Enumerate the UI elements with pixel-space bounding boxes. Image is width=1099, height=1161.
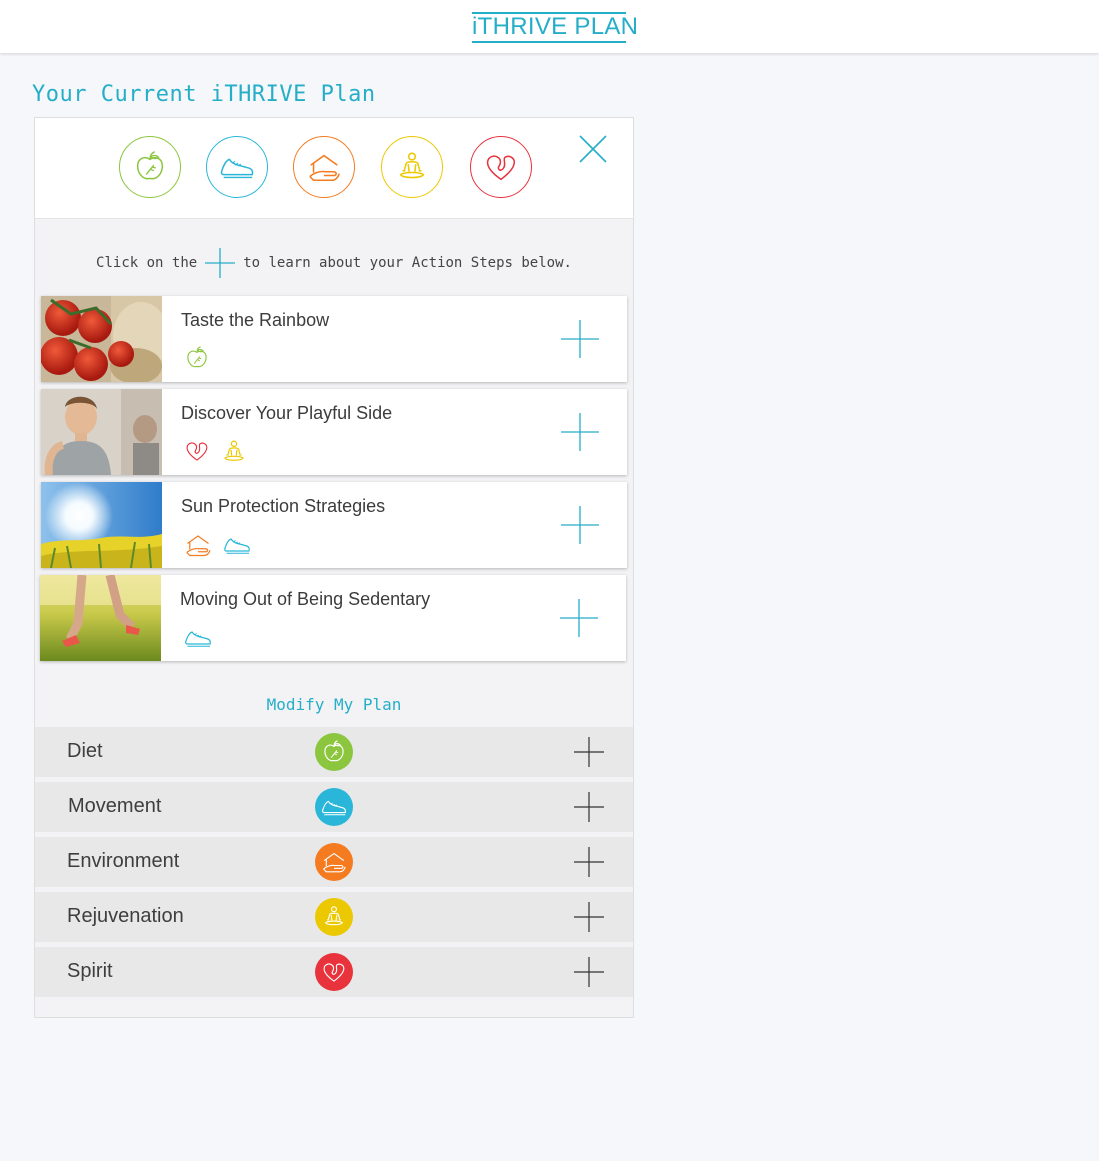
instruction-after: to learn about your Action Steps below. [243, 255, 572, 271]
expand-plus-icon[interactable] [574, 792, 604, 822]
action-step-icons [182, 623, 214, 653]
shoe-icon [315, 788, 353, 826]
action-step-icons [183, 530, 253, 560]
shoe-icon [221, 530, 253, 560]
action-step-card[interactable]: Discover Your Playful Side [41, 389, 627, 475]
instruction-before: Click on the [96, 255, 198, 271]
meditation-icon[interactable] [381, 136, 443, 198]
close-icon[interactable] [578, 134, 608, 164]
yoga-woman-image [41, 389, 162, 475]
running-legs-image [40, 575, 161, 661]
category-strip [35, 118, 633, 219]
instruction-text: Click on the to learn about your Action … [35, 248, 633, 278]
expand-plus-icon[interactable] [574, 847, 604, 877]
page-title: Your Current iTHRIVE Plan [32, 82, 376, 107]
meditation-icon [315, 898, 353, 936]
apple-icon [315, 733, 353, 771]
modify-row-movement[interactable]: Movement [35, 782, 633, 836]
expand-plus-icon[interactable] [561, 506, 599, 544]
action-step-icons [183, 344, 211, 372]
heart-icon[interactable] [470, 136, 532, 198]
expand-plus-icon[interactable] [574, 957, 604, 987]
apple-icon [183, 344, 211, 372]
house-hand-icon [183, 530, 213, 560]
house-hand-icon[interactable] [293, 136, 355, 198]
modify-row-label: Diet [67, 740, 103, 762]
action-step-title: Sun Protection Strategies [181, 496, 386, 516]
expand-plus-icon[interactable] [561, 320, 599, 358]
modify-row-rejuvenation[interactable]: Rejuvenation [35, 892, 633, 946]
action-step-card[interactable]: Taste the Rainbow [41, 296, 627, 382]
action-step-icons [183, 437, 249, 467]
heart-icon [183, 437, 211, 467]
expand-plus-icon[interactable] [574, 737, 604, 767]
modify-row-label: Spirit [67, 960, 113, 982]
expand-plus-icon[interactable] [561, 413, 599, 451]
modify-row-environment[interactable]: Environment [35, 837, 633, 891]
modify-plan-heading[interactable]: Modify My Plan [35, 695, 633, 714]
shoe-icon[interactable] [206, 136, 268, 198]
action-step-title: Discover Your Playful Side [181, 403, 393, 423]
modify-row-label: Environment [67, 850, 180, 872]
sun-flowers-image [41, 482, 162, 568]
plus-icon [205, 248, 236, 278]
modify-row-label: Rejuvenation [67, 905, 184, 927]
action-step-card[interactable]: Sun Protection Strategies [41, 482, 627, 568]
top-bar: iTHRIVE PLAN [0, 0, 1099, 53]
meditation-icon [219, 437, 249, 467]
house-hand-icon [315, 843, 353, 881]
modify-row-label: Movement [68, 795, 162, 817]
modify-row-spirit[interactable]: Spirit [35, 947, 633, 1001]
expand-plus-icon[interactable] [560, 599, 598, 637]
plan-panel: Click on the to learn about your Action … [34, 117, 634, 1018]
modify-row-diet[interactable]: Diet [35, 727, 633, 781]
apple-icon[interactable] [119, 136, 181, 198]
expand-plus-icon[interactable] [574, 902, 604, 932]
action-step-title: Moving Out of Being Sedentary [180, 589, 431, 609]
tomatoes-image [41, 296, 162, 382]
shoe-icon [182, 623, 214, 653]
heart-icon [315, 953, 353, 991]
action-step-title: Taste the Rainbow [181, 310, 330, 330]
brand-logo[interactable]: iTHRIVE PLAN [472, 12, 638, 43]
action-step-card[interactable]: Moving Out of Being Sedentary [40, 575, 626, 661]
